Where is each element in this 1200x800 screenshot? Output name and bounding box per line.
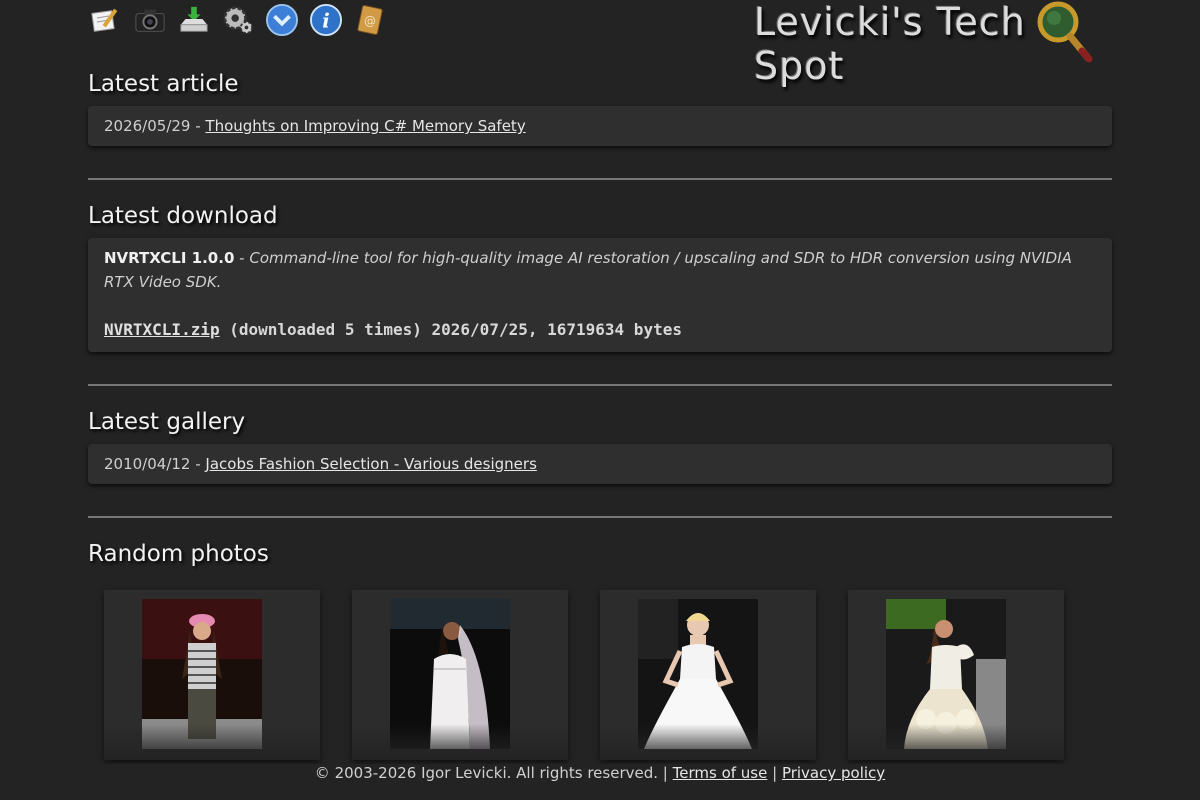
- footer-divider: |: [767, 764, 782, 782]
- contact-book-icon[interactable]: @: [354, 4, 386, 36]
- photo-thumbnail[interactable]: [600, 590, 816, 760]
- settings-icon[interactable]: [222, 4, 254, 36]
- download-separator: -: [234, 249, 250, 267]
- privacy-link[interactable]: Privacy policy: [782, 764, 885, 782]
- article-separator: -: [190, 117, 206, 135]
- footer: © 2003-2026 Igor Levicki. All rights res…: [0, 764, 1200, 790]
- download-desc-text: Command-line tool for high-quality image…: [104, 249, 1072, 291]
- magnifier-icon: [1037, 1, 1093, 63]
- random-photos-grid: [104, 590, 1064, 760]
- terms-link[interactable]: Terms of use: [673, 764, 768, 782]
- latest-gallery-heading: Latest gallery: [88, 409, 246, 435]
- download-name: NVRTXCLI 1.0.0: [104, 249, 235, 267]
- random-photos-heading: Random photos: [88, 541, 269, 567]
- download-file-info: (downloaded 5 times) 2026/07/25, 1671963…: [219, 320, 682, 339]
- latest-download-card: NVRTXCLI 1.0.0 - Command-line tool for h…: [88, 238, 1112, 352]
- photo-thumbnail[interactable]: [848, 590, 1064, 760]
- gallery-separator: -: [190, 455, 206, 473]
- gallery-date: 2010/04/12: [104, 455, 191, 473]
- divider: [88, 516, 1112, 518]
- article-date: 2026/05/29: [104, 117, 191, 135]
- latest-article-card: 2026/05/29 - Thoughts on Improving C# Me…: [88, 106, 1112, 146]
- download-file-line: NVRTXCLI.zip (downloaded 5 times) 2026/0…: [104, 318, 1096, 342]
- info-icon[interactable]: i: [310, 4, 342, 36]
- divider: [88, 178, 1112, 180]
- download-icon[interactable]: [178, 4, 210, 36]
- download-file-link[interactable]: NVRTXCLI.zip: [104, 320, 220, 339]
- download-description: NVRTXCLI 1.0.0 - Command-line tool for h…: [104, 246, 1096, 294]
- notes-icon[interactable]: [90, 4, 122, 36]
- latest-gallery-card: 2010/04/12 - Jacobs Fashion Selection - …: [88, 444, 1112, 484]
- camera-icon[interactable]: [134, 4, 166, 36]
- gallery-link[interactable]: Jacobs Fashion Selection - Various desig…: [205, 455, 536, 473]
- footer-divider: |: [658, 764, 673, 782]
- main-content: Latest article 2026/05/29 - Thoughts on …: [88, 64, 1112, 572]
- latest-article-heading: Latest article: [88, 71, 239, 97]
- photo-thumbnail[interactable]: [352, 590, 568, 760]
- shield-icon[interactable]: [266, 4, 298, 36]
- svg-text:@: @: [364, 14, 376, 28]
- divider: [88, 384, 1112, 386]
- svg-text:i: i: [322, 9, 330, 33]
- top-navigation: i @: [90, 0, 386, 40]
- article-link[interactable]: Thoughts on Improving C# Memory Safety: [205, 117, 525, 135]
- photo-thumbnail[interactable]: [104, 590, 320, 760]
- copyright-text: © 2003-2026 Igor Levicki. All rights res…: [314, 764, 659, 782]
- site-logo[interactable]: Levicki's Tech Spot: [750, 0, 1100, 88]
- latest-download-heading: Latest download: [88, 203, 278, 229]
